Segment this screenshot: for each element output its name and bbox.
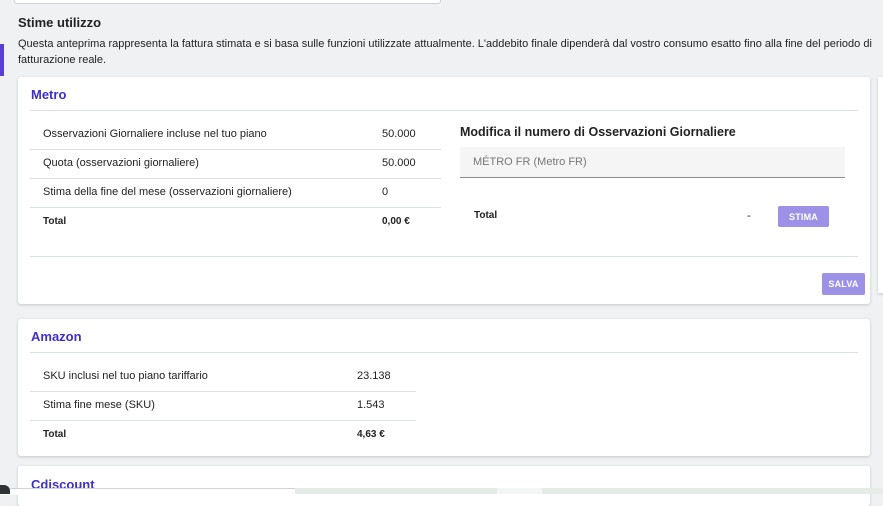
cdiscount-card: Cdiscount [18,466,870,506]
marketplace-select-value: MÉTRO FR (Metro FR) [473,156,587,168]
estimate-button[interactable]: STIMA [778,206,829,227]
amazon-row-divider [30,420,416,421]
metro-row-divider [30,207,441,208]
amazon-row-value-estimate: 1.543 [357,399,385,411]
metro-row-value-quota: 50.000 [382,157,416,169]
bottom-left-corner [0,485,10,494]
metro-row-label-included: Osservazioni Giornaliere incluse nel tuo… [43,128,267,140]
amazon-total-value: 4,63 € [357,429,385,440]
page-description: Questa anteprima rappresenta la fattura … [18,38,872,66]
metro-row-label-estimate: Stima della fine del mese (osservazioni … [43,186,292,198]
amazon-total-label: Total [43,429,67,440]
amazon-row-label-estimate: Stima fine mese (SKU) [43,399,155,411]
top-input-field[interactable] [14,0,441,4]
metro-card: Metro Osservazioni Giornaliere incluse n… [18,77,870,304]
bottom-bar-segment [497,488,542,494]
metro-row-divider [30,178,441,179]
metro-row-label-quota: Quota (osservazioni giornaliere) [43,157,199,169]
modify-observations-title: Modifica il numero di Osservazioni Giorn… [460,125,736,139]
amazon-card: Amazon SKU inclusi nel tuo piano tariffa… [18,319,870,456]
sidebar-active-indicator [0,44,4,76]
page-title: Stime utilizzo [18,15,102,30]
save-button[interactable]: SALVA [822,273,865,295]
metro-card-title: Metro [31,87,67,102]
estimate-total-label: Total [474,210,498,221]
estimate-total-value: - [747,210,751,222]
metro-total-value: 0,00 € [382,216,410,227]
amazon-row-divider [30,391,416,392]
marketplace-select[interactable]: MÉTRO FR (Metro FR) [460,147,845,178]
amazon-title-divider [30,352,858,353]
metro-title-divider [30,110,858,111]
metro-bottom-divider [30,256,858,257]
amazon-card-title: Amazon [31,329,82,344]
metro-row-value-estimate: 0 [382,186,389,198]
side-card-edge [878,77,883,293]
metro-total-label: Total [43,216,67,227]
amazon-row-value-included: 23.138 [357,370,391,382]
metro-row-value-included: 50.000 [382,128,416,140]
metro-row-divider [30,149,441,150]
amazon-row-label-included: SKU inclusi nel tuo piano tariffario [43,370,208,382]
